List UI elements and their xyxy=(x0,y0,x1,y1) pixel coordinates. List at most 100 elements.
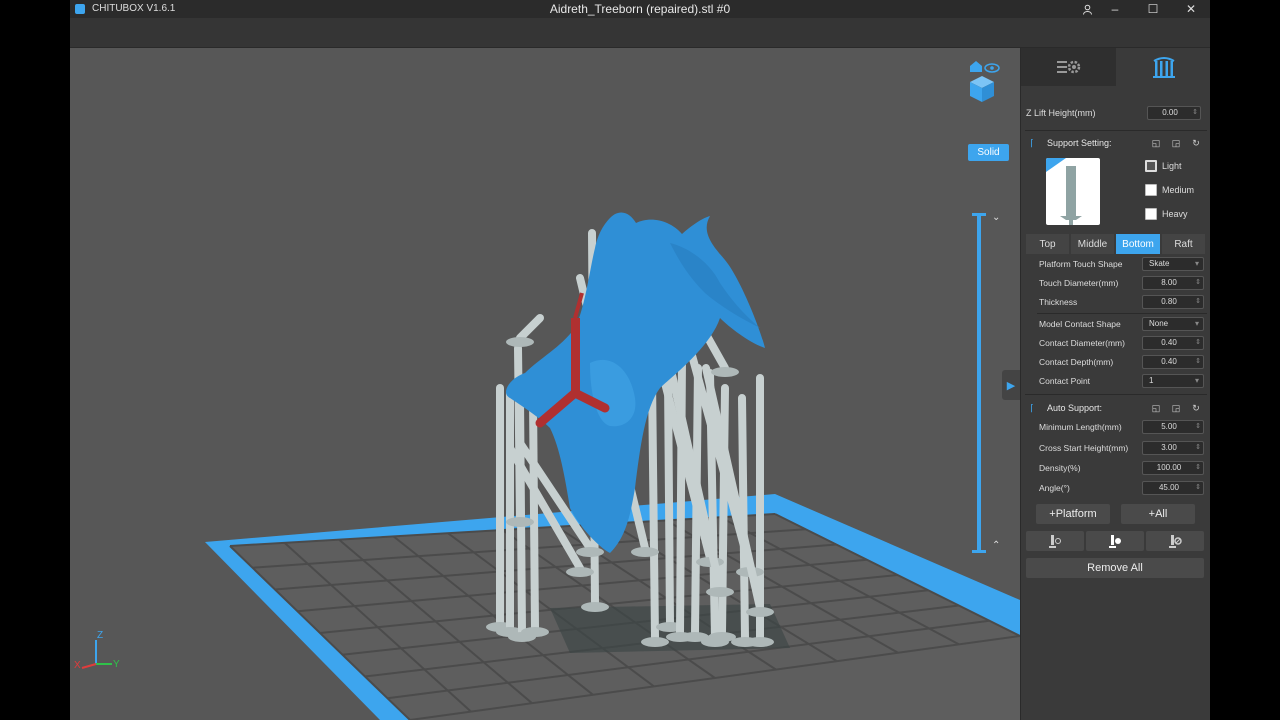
toolbar xyxy=(70,18,1210,48)
close-button[interactable]: ✕ xyxy=(1173,0,1209,18)
collapse-icon[interactable]: ⌃ xyxy=(1209,403,1210,413)
settings-icon xyxy=(1056,60,1080,74)
3d-viewport[interactable]: Z Y X Solid ⌄ ⌃ ▶ xyxy=(70,48,1020,720)
contact-diameter-label: Contact Diameter(mm) xyxy=(1039,338,1125,348)
field-row: Angle(°) 45.00 xyxy=(1021,479,1210,497)
export-icon[interactable]: ◲ xyxy=(1171,138,1181,148)
touch-diameter-input[interactable]: 8.00 xyxy=(1142,276,1204,290)
z-lift-input[interactable]: 0.00 xyxy=(1147,106,1201,120)
z-lift-row: Z Lift Height(mm) 0.00 xyxy=(1021,104,1210,122)
density-label: Density(%) xyxy=(1039,463,1081,473)
preset-light-checkbox[interactable] xyxy=(1145,160,1157,172)
support-type-1-button[interactable] xyxy=(1026,531,1084,551)
contact-point-label: Contact Point xyxy=(1039,376,1091,386)
scene-canvas[interactable]: Z Y X xyxy=(70,48,1020,720)
tab-settings[interactable] xyxy=(1021,48,1116,86)
contact-diameter-input[interactable]: 0.40 xyxy=(1142,336,1204,350)
touch-diameter-label: Touch Diameter(mm) xyxy=(1039,278,1119,288)
support-setting-title: Support Setting: xyxy=(1047,138,1112,148)
auto-support-title: Auto Support: xyxy=(1047,403,1103,413)
solid-view-button[interactable]: Solid xyxy=(968,144,1009,161)
field-row: Cross Start Height(mm) 3.00 xyxy=(1021,439,1210,457)
layer-slider[interactable] xyxy=(972,213,986,553)
document-title: Aidreth_Treeborn (repaired).stl #0 xyxy=(549,2,731,16)
view-cube-icon[interactable] xyxy=(970,61,1000,102)
field-row: Model Contact Shape None xyxy=(1021,315,1210,333)
layer-slider-bottom-handle[interactable] xyxy=(972,550,986,553)
model-contact-shape-label: Model Contact Shape xyxy=(1039,319,1121,329)
panel-expand-tab[interactable]: ▶ xyxy=(1002,370,1020,400)
chevron-down-icon[interactable]: ⌄ xyxy=(992,212,1000,223)
minimize-button[interactable]: – xyxy=(1097,0,1133,18)
auto-support-icon: ⌈ xyxy=(1030,403,1034,413)
axis-y-label: Y xyxy=(113,659,120,670)
angle-label: Angle(°) xyxy=(1039,483,1070,493)
support-rod[interactable] xyxy=(648,374,659,642)
support-setting-icon: ⌈ xyxy=(1030,138,1034,148)
reset-icon[interactable]: ↻ xyxy=(1191,403,1201,413)
support-base xyxy=(506,517,534,527)
support-base xyxy=(631,547,659,557)
panel-tabs xyxy=(1021,48,1210,86)
support-base xyxy=(506,337,534,347)
title-bar[interactable]: CHITUBOX V1.6.1 Aidreth_Treeborn (repair… xyxy=(70,0,1210,18)
tab-middle[interactable]: Middle xyxy=(1071,234,1114,254)
field-row: Platform Touch Shape Skate xyxy=(1021,255,1210,273)
minimum-length-label: Minimum Length(mm) xyxy=(1039,422,1122,432)
import-icon[interactable]: ◱ xyxy=(1151,403,1161,413)
support-base xyxy=(746,607,774,617)
support-base xyxy=(521,627,549,637)
divider xyxy=(1037,313,1207,314)
field-row: Contact Point 1 xyxy=(1021,372,1210,390)
angle-input[interactable]: 45.00 xyxy=(1142,481,1204,495)
support-tip-large-icon xyxy=(1169,535,1182,548)
support-type-3-button[interactable] xyxy=(1146,531,1204,551)
auto-support-header: ⌈ Auto Support: ◱ ◲ ↻ ⌃ xyxy=(1025,400,1207,416)
field-row: Minimum Length(mm) 5.00 xyxy=(1021,418,1210,436)
support-icon xyxy=(1152,57,1175,78)
import-icon[interactable]: ◱ xyxy=(1151,138,1161,148)
field-row: Contact Depth(mm) 0.40 xyxy=(1021,353,1210,371)
tab-raft[interactable]: Raft xyxy=(1162,234,1205,254)
support-preview-image xyxy=(1046,158,1100,225)
support-tip-small-icon xyxy=(1049,535,1061,548)
layer-slider-top-handle[interactable] xyxy=(972,213,986,216)
layer-slider-track[interactable] xyxy=(977,214,981,552)
support-panel: Z Lift Height(mm) 0.00 ⌈ Support Setting… xyxy=(1020,48,1210,720)
tab-top[interactable]: Top xyxy=(1026,234,1069,254)
thickness-input[interactable]: 0.80 xyxy=(1142,295,1204,309)
tab-support[interactable] xyxy=(1116,48,1210,86)
app-window: CHITUBOX V1.6.1 Aidreth_Treeborn (repair… xyxy=(70,0,1210,720)
field-row: Density(%) 100.00 xyxy=(1021,459,1210,477)
support-base xyxy=(746,637,774,647)
support-base xyxy=(581,602,609,612)
density-input[interactable]: 100.00 xyxy=(1142,461,1204,475)
preset-medium-checkbox[interactable] xyxy=(1145,184,1157,196)
maximize-button[interactable]: ☐ xyxy=(1135,0,1171,18)
model-contact-shape-select[interactable]: None xyxy=(1142,317,1204,331)
add-all-support-button[interactable]: +All xyxy=(1121,504,1195,524)
support-type-2-button[interactable] xyxy=(1086,531,1144,551)
field-row: Touch Diameter(mm) 8.00 xyxy=(1021,274,1210,292)
remove-all-supports-button[interactable]: Remove All xyxy=(1026,558,1204,578)
tab-bottom[interactable]: Bottom xyxy=(1116,234,1160,254)
support-base xyxy=(576,547,604,557)
collapse-icon[interactable]: ⌃ xyxy=(1209,138,1210,148)
support-rod[interactable] xyxy=(514,344,524,522)
contact-point-select[interactable]: 1 xyxy=(1142,374,1204,388)
axis-z-label: Z xyxy=(97,630,103,641)
cross-start-height-input[interactable]: 3.00 xyxy=(1142,441,1204,455)
minimum-length-input[interactable]: 5.00 xyxy=(1142,420,1204,434)
platform-touch-shape-select[interactable]: Skate xyxy=(1142,257,1204,271)
support-rod[interactable] xyxy=(529,394,539,632)
preset-heavy-checkbox[interactable] xyxy=(1145,208,1157,220)
contact-depth-input[interactable]: 0.40 xyxy=(1142,355,1204,369)
export-icon[interactable]: ◲ xyxy=(1171,403,1181,413)
chevron-up-icon[interactable]: ⌃ xyxy=(992,540,1000,551)
support-setting-header: ⌈ Support Setting: ◱ ◲ ↻ ⌃ xyxy=(1025,135,1207,151)
add-platform-support-button[interactable]: +Platform xyxy=(1036,504,1110,524)
axis-x-label: X xyxy=(74,660,81,671)
support-rod[interactable] xyxy=(516,314,544,342)
z-lift-label: Z Lift Height(mm) xyxy=(1026,108,1096,118)
reset-icon[interactable]: ↻ xyxy=(1191,138,1201,148)
